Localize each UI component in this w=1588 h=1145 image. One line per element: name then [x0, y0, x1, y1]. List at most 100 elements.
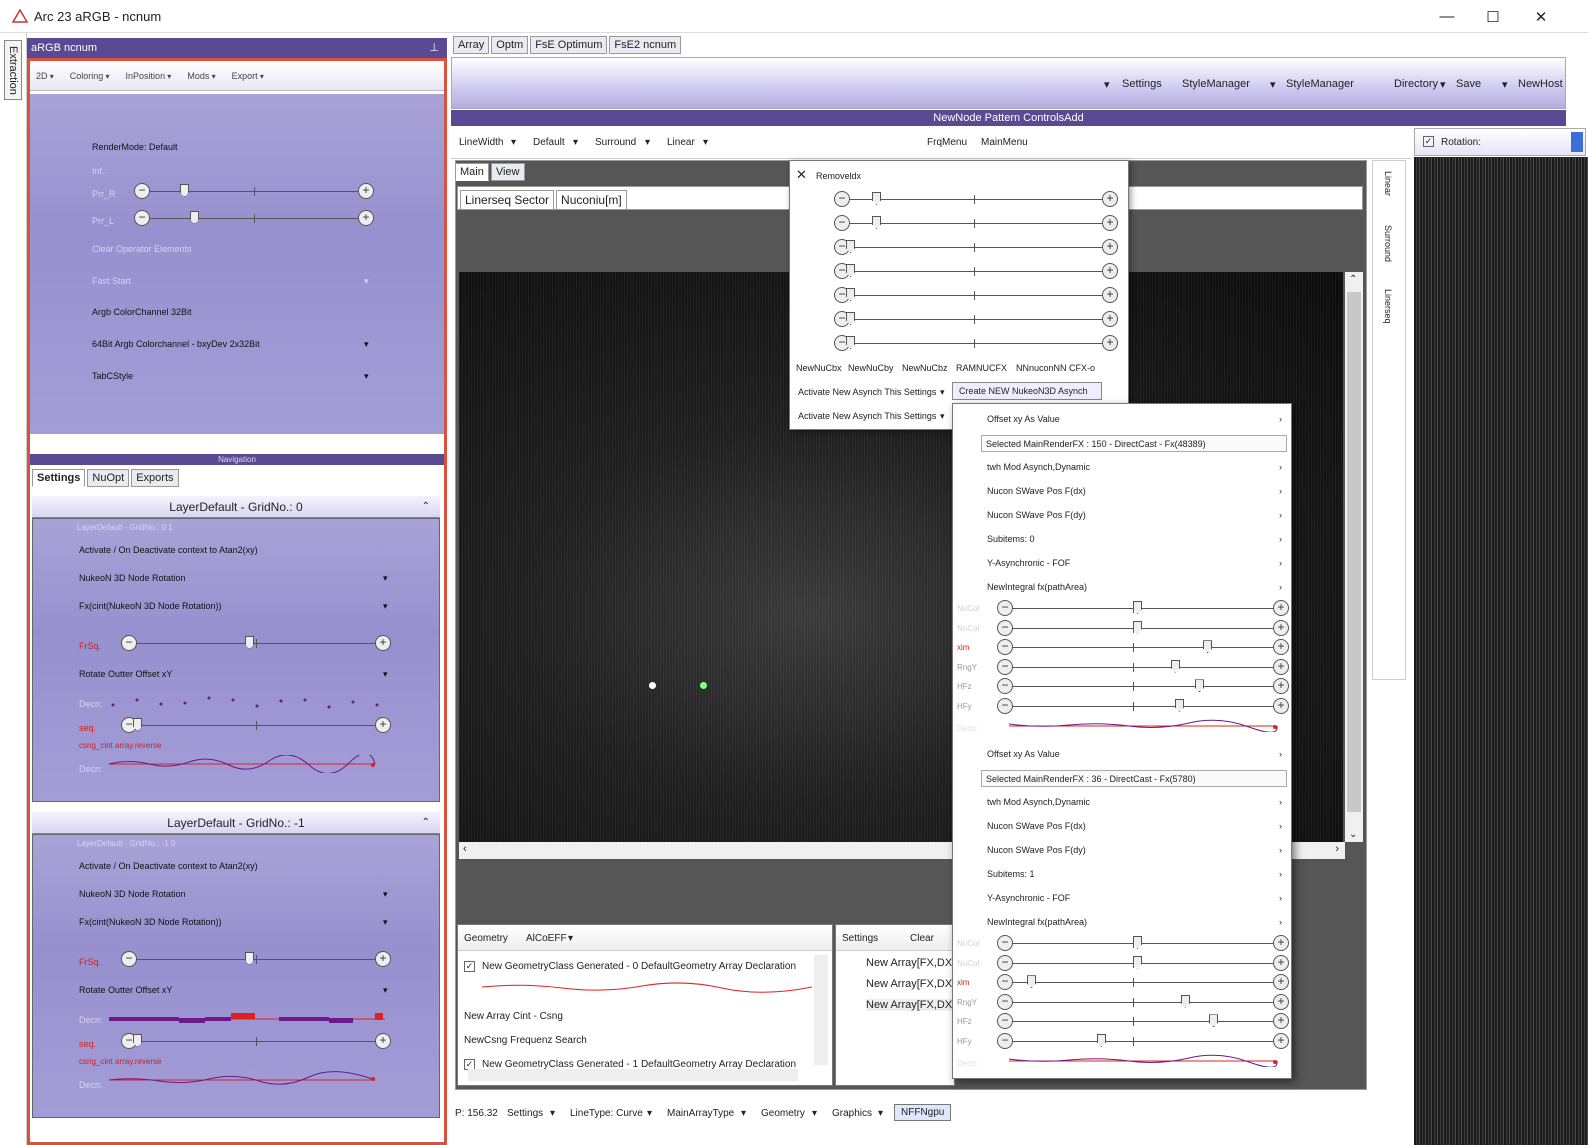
offset-item[interactable]: Offset xy As Value — [987, 414, 1060, 424]
status-settings[interactable]: Settings — [507, 1108, 543, 1119]
geometry-item-2[interactable]: NewCsng Frequenz Search — [464, 1035, 587, 1046]
popup1-slider-2[interactable]: − + — [834, 239, 1118, 255]
nffngpu-button[interactable]: NFFNgpu — [894, 1104, 952, 1121]
chevron-down-icon[interactable]: ▾ — [364, 276, 369, 287]
status-geometry[interactable]: Geometry — [761, 1108, 805, 1119]
dx-item[interactable]: Nucon SWave Pos F(dx) — [987, 486, 1086, 496]
grid-0-seq-slider[interactable]: − + — [121, 717, 391, 733]
node-marker-green[interactable] — [700, 682, 707, 689]
twh-item[interactable]: twh Mod Asynch,Dynamic — [987, 797, 1090, 807]
grid-1-seq-slider[interactable]: − + — [121, 1033, 391, 1049]
grid-1-header[interactable]: LayerDefault - GridNo.: -1 ⌃ — [32, 812, 440, 834]
tab-fse2-ncnum[interactable]: FsE2 ncnum — [609, 36, 682, 54]
tab-view[interactable]: View — [490, 163, 525, 181]
rotation-toggle[interactable] — [1571, 132, 1583, 152]
subitems-item[interactable]: Subitems: 0 — [987, 534, 1035, 544]
geometry-item-1[interactable]: New Array Cint - Csng — [464, 1011, 563, 1022]
dy-item[interactable]: Nucon SWave Pos F(dy) — [987, 845, 1086, 855]
submenu-slider-3[interactable]: − + — [997, 658, 1289, 675]
mainmenu[interactable]: MainMenu — [981, 137, 1028, 148]
linear-menu[interactable]: Linear — [667, 137, 695, 148]
toolbar-save[interactable]: Save — [1456, 78, 1481, 90]
close-window-button[interactable]: ✕ — [1518, 0, 1564, 33]
nnnucon[interactable]: NNnuconNN CFX-o — [1016, 363, 1095, 373]
chevron-down-icon[interactable]: ▾ — [1502, 78, 1508, 91]
popup1-slider-0[interactable]: − + — [834, 191, 1118, 207]
dx-item[interactable]: Nucon SWave Pos F(dx) — [987, 821, 1086, 831]
submenu-slider-2[interactable]: − + — [997, 639, 1289, 656]
alcoeff-menu[interactable]: AlCoEFF — [526, 933, 567, 944]
chevron-down-icon[interactable]: ▾ — [383, 917, 388, 928]
chevron-down-icon[interactable]: ▾ — [383, 669, 388, 680]
chevron-down-icon[interactable]: ▾ — [573, 137, 578, 148]
chevron-down-icon[interactable]: ▾ — [1104, 78, 1110, 91]
grid-1-activate[interactable]: Activate / On Deactivate context to Atan… — [79, 861, 258, 871]
argb32[interactable]: Argb ColorChannel 32Bit — [92, 307, 192, 317]
newnucbx[interactable]: NewNuCbx — [796, 363, 842, 373]
tabcstyle[interactable]: TabCStyle — [92, 371, 133, 381]
chevron-down-icon[interactable]: ▾ — [812, 1108, 817, 1119]
submenu-slider-4[interactable]: − + — [997, 1013, 1289, 1030]
geometry-item-0[interactable]: New GeometryClass Generated - 0 DefaultG… — [482, 961, 796, 972]
geometry-checkbox-0[interactable]: ✓ — [464, 961, 475, 972]
offset-item[interactable]: Offset xy As Value — [987, 749, 1060, 759]
chevron-down-icon[interactable]: ▾ — [383, 985, 388, 996]
yasync-item[interactable]: Y-Asynchronic - FOF — [987, 893, 1070, 903]
tab-settings[interactable]: Settings — [32, 469, 86, 487]
grid-0-fx[interactable]: Fx(cint(NukeoN 3D Node Rotation)) — [79, 601, 222, 611]
rotation-checkbox[interactable]: ✓ — [1423, 136, 1434, 147]
grid-0-rotate[interactable]: Rotate Outter Offset xY — [79, 669, 172, 679]
toolbar-stylemanager-2[interactable]: StyleManager — [1286, 78, 1354, 90]
grid-1-frsq-slider[interactable]: − + — [121, 951, 391, 967]
newnucbz[interactable]: NewNuCbz — [902, 363, 948, 373]
geometry-menu[interactable]: Geometry — [464, 933, 508, 944]
tab-array[interactable]: Array — [453, 36, 490, 54]
status-graphics[interactable]: Graphics — [832, 1108, 872, 1119]
array-item-1[interactable]: New Array[FX,DX — [866, 978, 952, 990]
default-menu[interactable]: Default — [533, 137, 565, 148]
vertical-scrollbar[interactable]: ⌃ ⌄ — [1345, 272, 1363, 842]
array-item-0[interactable]: New Array[FX,DX — [866, 957, 952, 969]
chevron-down-icon[interactable]: ▾ — [1440, 78, 1446, 91]
collapse-icon[interactable]: ⌃ — [422, 812, 430, 834]
menu-mods[interactable]: Mods — [187, 71, 215, 81]
tab-optm[interactable]: Optm — [491, 36, 529, 54]
array-item-2[interactable]: New Array[FX,DX — [866, 999, 953, 1011]
grid-1-rotate[interactable]: Rotate Outter Offset xY — [79, 985, 172, 995]
maximize-button[interactable]: ☐ — [1470, 0, 1516, 33]
yasync-item[interactable]: Y-Asynchronic - FOF — [987, 558, 1070, 568]
prl-slider[interactable]: − + — [134, 210, 374, 226]
chevron-down-icon[interactable]: ▾ — [940, 411, 945, 422]
settings-menu[interactable]: Settings — [842, 933, 878, 944]
toolbar-settings[interactable]: Settings — [1122, 78, 1162, 90]
prr-slider[interactable]: − + — [134, 183, 374, 199]
tab-linerseq-sector[interactable]: Linerseq Sector — [460, 190, 555, 210]
submenu-slider-1[interactable]: − + — [997, 619, 1289, 636]
selected-renderfx[interactable]: Selected MainRenderFX : 150 - DirectCast… — [981, 435, 1287, 452]
submenu-slider-2[interactable]: − + — [997, 974, 1289, 991]
chevron-down-icon[interactable]: ▾ — [383, 573, 388, 584]
chevron-down-icon[interactable]: ▾ — [364, 339, 369, 350]
submenu-slider-3[interactable]: − + — [997, 993, 1289, 1010]
tab-main[interactable]: Main — [455, 163, 489, 181]
newintegral-item[interactable]: NewIntegral fx(pathArea) — [987, 917, 1087, 927]
chevron-down-icon[interactable]: ▾ — [364, 371, 369, 382]
fast-start[interactable]: Fast Start — [92, 276, 131, 286]
submenu-slider-1[interactable]: − + — [997, 954, 1289, 971]
node-marker-white[interactable] — [649, 682, 656, 689]
submenu-slider-0[interactable]: − + — [997, 600, 1289, 616]
submenu-slider-0[interactable]: − + — [997, 935, 1289, 951]
chevron-down-icon[interactable]: ▾ — [568, 933, 573, 944]
vtab-linerseq[interactable]: Linerseq — [1383, 289, 1393, 324]
clear-operator[interactable]: Clear Operator Elements — [92, 244, 192, 254]
status-mainarraytype[interactable]: MainArrayType — [667, 1108, 734, 1119]
chevron-down-icon[interactable]: ▾ — [383, 601, 388, 612]
chevron-down-icon[interactable]: ▾ — [940, 387, 945, 398]
activate-asynch-2[interactable]: Activate New Asynch This Settings — [798, 411, 936, 421]
chevron-down-icon[interactable]: ▾ — [878, 1108, 883, 1119]
chevron-down-icon[interactable]: ▾ — [741, 1108, 746, 1119]
chevron-down-icon[interactable]: ▾ — [703, 137, 708, 148]
status-linetype[interactable]: LineType: Curve — [570, 1108, 643, 1119]
grid-0-frsq-slider[interactable]: − + — [121, 635, 391, 651]
geometry-scrollbar[interactable] — [814, 955, 828, 1065]
